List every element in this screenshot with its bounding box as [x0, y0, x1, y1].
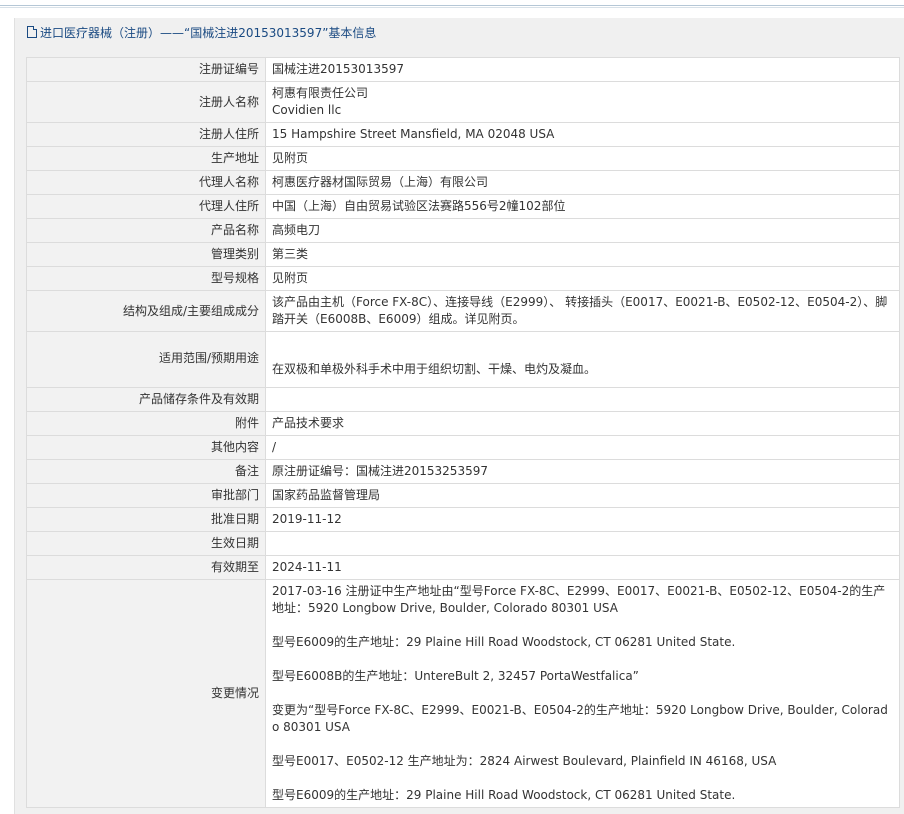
row-value: 原注册证编号：国械注进20153253597	[265, 459, 900, 484]
table-row: 代理人住所 中国（上海）自由贸易试验区法赛路556号2幢102部位	[26, 194, 900, 219]
row-label: 其他内容	[26, 435, 266, 460]
row-label: 代理人名称	[26, 170, 266, 195]
row-value-text: 在双极和单极外科手术中用于组织切割、干燥、电灼及凝血。	[272, 361, 597, 376]
row-label: 生效日期	[26, 531, 266, 556]
table-row: 注册证编号 国械注进20153013597	[26, 57, 900, 82]
row-value-line: 柯惠有限责任公司	[272, 86, 369, 100]
row-value: 第三类	[265, 242, 900, 267]
table-row: 审批部门 国家药品监督管理局	[26, 483, 900, 508]
row-label: 适用范围/预期用途	[26, 331, 266, 388]
row-value: /	[265, 435, 900, 460]
row-label: 产品储存条件及有效期	[26, 387, 266, 412]
table-row: 附件 产品技术要求	[26, 411, 900, 436]
row-label: 备注	[26, 459, 266, 484]
row-value: 高频电刀	[265, 218, 900, 243]
change-paragraph: 变更为“型号Force FX-8C、E2999、E0021-B、E0504-2的…	[272, 703, 888, 734]
table-row: 生产地址 见附页	[26, 146, 900, 171]
change-history: 2017-03-16 注册证中生产地址由“型号Force FX-8C、E2999…	[265, 579, 900, 808]
row-label: 代理人住所	[26, 194, 266, 219]
table-row: 其他内容 /	[26, 435, 900, 460]
change-paragraph: 型号E6008B的生产地址：UntereBult 2, 32457 PortaW…	[272, 669, 639, 683]
panel-title-bar: 进口医疗器械（注册）——“国械注进20153013597”基本信息	[15, 18, 904, 48]
row-value-line: Covidien llc	[272, 103, 342, 117]
row-label: 注册证编号	[26, 57, 266, 82]
table-row: 备注 原注册证编号：国械注进20153253597	[26, 459, 900, 484]
row-value: 国械注进20153013597	[265, 57, 900, 82]
table-row: 注册人名称 柯惠有限责任公司 Covidien llc	[26, 81, 900, 123]
table-row: 适用范围/预期用途 在双极和单极外科手术中用于组织切割、干燥、电灼及凝血。	[26, 331, 900, 388]
row-label: 有效期至	[26, 555, 266, 580]
row-value: 该产品由主机（Force FX-8C）、连接导线（E2999）、 转接插头（E0…	[265, 290, 900, 332]
table-row: 批准日期 2019-11-12	[26, 507, 900, 532]
row-label: 审批部门	[26, 483, 266, 508]
table-row: 代理人名称 柯惠医疗器材国际贸易（上海）有限公司	[26, 170, 900, 195]
row-label: 变更情况	[26, 579, 266, 808]
row-value: 柯惠医疗器材国际贸易（上海）有限公司	[265, 170, 900, 195]
table-row: 产品储存条件及有效期	[26, 387, 900, 412]
row-value: 2024-11-11	[265, 555, 900, 580]
row-label: 结构及组成/主要组成成分	[26, 290, 266, 332]
table-row: 结构及组成/主要组成成分 该产品由主机（Force FX-8C）、连接导线（E29…	[26, 290, 900, 332]
top-border	[0, 0, 904, 6]
row-label: 型号规格	[26, 266, 266, 291]
row-value: 中国（上海）自由贸易试验区法赛路556号2幢102部位	[265, 194, 900, 219]
row-value: 见附页	[265, 266, 900, 291]
row-label: 注册人名称	[26, 81, 266, 123]
info-table: 注册证编号 国械注进20153013597 注册人名称 柯惠有限责任公司 Covidie…	[26, 57, 900, 808]
table-row: 管理类别 第三类	[26, 242, 900, 267]
change-paragraph: 型号E0017、E0502-12 生产地址为：2824 Airwest Boul…	[272, 754, 777, 768]
change-paragraph: 型号E6009的生产地址：29 Plaine Hill Road Woodsto…	[272, 788, 736, 802]
row-value	[265, 531, 900, 556]
panel-title: 进口医疗器械（注册）——“国械注进20153013597”基本信息	[40, 26, 377, 40]
row-label: 管理类别	[26, 242, 266, 267]
table-row: 型号规格 见附页	[26, 266, 900, 291]
row-value: 2019-11-12	[265, 507, 900, 532]
row-value: 在双极和单极外科手术中用于组织切割、干燥、电灼及凝血。	[265, 331, 900, 388]
row-value: 15 Hampshire Street Mansfield, MA 02048 …	[265, 122, 900, 147]
change-paragraph: 型号E6009的生产地址：29 Plaine Hill Road Woodsto…	[272, 635, 736, 649]
table-row: 生效日期	[26, 531, 900, 556]
row-value: 见附页	[265, 146, 900, 171]
row-value: 产品技术要求	[265, 411, 900, 436]
row-value: 柯惠有限责任公司 Covidien llc	[265, 81, 900, 123]
row-label: 产品名称	[26, 218, 266, 243]
change-paragraph: 2017-03-16 注册证中生产地址由“型号Force FX-8C、E2999…	[272, 584, 886, 615]
info-panel: 进口医疗器械（注册）——“国械注进20153013597”基本信息 注册证编号国…	[14, 18, 904, 814]
document-icon	[27, 26, 37, 38]
table-row: 有效期至 2024-11-11	[26, 555, 900, 580]
row-label: 附件	[26, 411, 266, 436]
top-divider	[0, 7, 904, 8]
row-label: 生产地址	[26, 146, 266, 171]
row-label: 注册人住所	[26, 122, 266, 147]
row-label: 批准日期	[26, 507, 266, 532]
row-value: 国家药品监督管理局	[265, 483, 900, 508]
table-row-change: 变更情况 2017-03-16 注册证中生产地址由“型号Force FX-8C、E…	[26, 579, 900, 808]
row-value	[265, 387, 900, 412]
table-row: 产品名称 高频电刀	[26, 218, 900, 243]
table-row: 注册人住所 15 Hampshire Street Mansfield, MA 0…	[26, 122, 900, 147]
